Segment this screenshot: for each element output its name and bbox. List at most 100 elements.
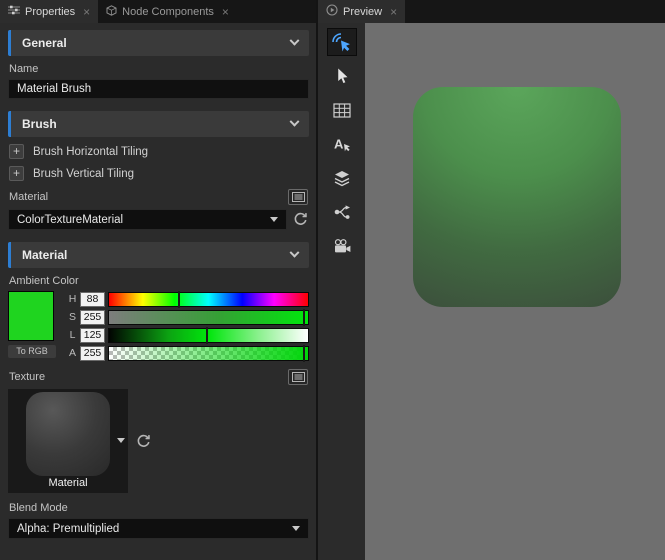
lightness-row: L 125 <box>68 327 309 343</box>
preview-toolbar: A <box>318 23 365 560</box>
close-icon[interactable]: × <box>390 6 397 18</box>
brush-vertical-tiling-label: Brush Vertical Tiling <box>33 168 134 180</box>
select-tool[interactable] <box>327 62 357 90</box>
section-title: General <box>22 36 67 50</box>
material-reset-button[interactable] <box>292 211 309 228</box>
ambient-color-editor: To RGB H 88 S 255 L 125 <box>8 291 309 361</box>
lightness-slider[interactable] <box>108 328 309 343</box>
material-dropdown-row: ColorTextureMaterial <box>8 209 309 230</box>
asset-list-button[interactable] <box>288 369 308 385</box>
texture-name: Material <box>48 477 87 489</box>
properties-panel: Properties × Node Components × General N… <box>0 0 318 560</box>
saturation-row: S 255 <box>68 309 309 325</box>
alpha-value-input[interactable]: 255 <box>80 346 105 361</box>
close-icon[interactable]: × <box>83 6 90 18</box>
left-tabbar: Properties × Node Components × <box>0 0 316 23</box>
list-icon <box>292 372 305 382</box>
grid-icon <box>333 103 351 118</box>
channel-name: H <box>68 293 77 305</box>
ambient-color-label: Ambient Color <box>9 275 308 287</box>
text-tool[interactable]: A <box>327 130 357 158</box>
grid-tool[interactable] <box>327 96 357 124</box>
channel-name: S <box>68 311 77 323</box>
blend-mode-label: Blend Mode <box>9 502 308 514</box>
chevron-down-icon <box>290 247 300 257</box>
camera-icon <box>333 239 351 254</box>
reset-icon <box>293 212 308 227</box>
add-property-button[interactable]: + <box>9 166 24 181</box>
alpha-row: A 255 <box>68 345 309 361</box>
material-dropdown[interactable]: ColorTextureMaterial <box>8 209 287 230</box>
texture-label-row: Texture <box>9 369 308 385</box>
lightness-value-input[interactable]: 125 <box>80 328 105 343</box>
close-icon[interactable]: × <box>222 6 229 18</box>
slider-marker[interactable] <box>303 309 305 326</box>
properties-body: General Name Material Brush Brush + Brus… <box>0 23 316 560</box>
tab-node-components-label: Node Components <box>122 6 214 18</box>
brush-vertical-tiling-row: + Brush Vertical Tiling <box>9 166 308 181</box>
texture-reset-button[interactable] <box>135 433 152 450</box>
chevron-down-icon <box>290 35 300 45</box>
name-label: Name <box>9 63 308 75</box>
node-components-icon <box>106 5 117 19</box>
app-window: Properties × Node Components × General N… <box>0 0 665 560</box>
hue-value-input[interactable]: 88 <box>80 292 105 307</box>
channel-name: L <box>68 329 77 341</box>
section-title: Brush <box>22 117 57 131</box>
to-rgb-button[interactable]: To RGB <box>8 345 56 358</box>
brush-horizontal-tiling-row: + Brush Horizontal Tiling <box>9 144 308 159</box>
blend-mode-value: Alpha: Premultiplied <box>17 523 119 535</box>
section-title: Material <box>22 248 67 262</box>
channel-name: A <box>68 347 77 359</box>
slider-marker[interactable] <box>178 291 180 308</box>
hue-row: H 88 <box>68 291 309 307</box>
asset-list-button[interactable] <box>288 189 308 205</box>
node-connections-tool[interactable] <box>327 198 357 226</box>
properties-icon <box>8 5 20 18</box>
material-label: Material <box>9 191 48 203</box>
interact-tool[interactable] <box>327 28 357 56</box>
cursor-icon <box>334 67 350 85</box>
layers-tool[interactable] <box>327 164 357 192</box>
tab-preview[interactable]: Preview × <box>318 0 405 23</box>
texture-picker[interactable]: Material <box>8 389 128 493</box>
chevron-down-icon <box>290 116 300 126</box>
hue-slider[interactable] <box>108 292 309 307</box>
texture-label: Texture <box>9 371 45 383</box>
right-tabbar: Preview × <box>318 0 665 23</box>
material-label-row: Material <box>9 189 308 205</box>
text-cursor-icon: A <box>333 136 351 152</box>
tab-node-components[interactable]: Node Components × <box>98 0 237 23</box>
camera-tool[interactable] <box>327 232 357 260</box>
dropdown-arrow-icon <box>292 526 300 531</box>
preview-body: A <box>318 23 665 560</box>
slider-marker[interactable] <box>303 345 305 362</box>
svg-text:A: A <box>334 137 344 152</box>
texture-thumbnail[interactable] <box>26 392 110 476</box>
dropdown-arrow-icon <box>270 217 278 222</box>
material-dropdown-value: ColorTextureMaterial <box>17 214 123 226</box>
preview-viewport[interactable] <box>365 23 665 560</box>
tab-properties[interactable]: Properties × <box>0 0 98 23</box>
swatch-column: To RGB <box>8 291 61 361</box>
name-input[interactable]: Material Brush <box>8 79 309 99</box>
touch-interact-icon <box>331 32 352 53</box>
section-header-brush[interactable]: Brush <box>8 111 309 137</box>
add-property-button[interactable]: + <box>9 144 24 159</box>
play-circle-icon <box>326 4 338 19</box>
preview-material-brush-node[interactable] <box>413 87 621 307</box>
color-swatch[interactable] <box>8 291 54 341</box>
texture-row: Material <box>8 389 309 493</box>
brush-horizontal-tiling-label: Brush Horizontal Tiling <box>33 146 148 158</box>
saturation-slider[interactable] <box>108 310 309 325</box>
layers-icon <box>333 170 351 187</box>
section-header-general[interactable]: General <box>8 30 309 56</box>
node-graph-icon <box>333 204 351 220</box>
slider-marker[interactable] <box>206 327 208 344</box>
saturation-value-input[interactable]: 255 <box>80 310 105 325</box>
blend-mode-dropdown[interactable]: Alpha: Premultiplied <box>8 518 309 539</box>
dropdown-arrow-icon[interactable] <box>117 438 125 443</box>
alpha-slider[interactable] <box>108 346 309 361</box>
tab-properties-label: Properties <box>25 6 75 18</box>
section-header-material[interactable]: Material <box>8 242 309 268</box>
